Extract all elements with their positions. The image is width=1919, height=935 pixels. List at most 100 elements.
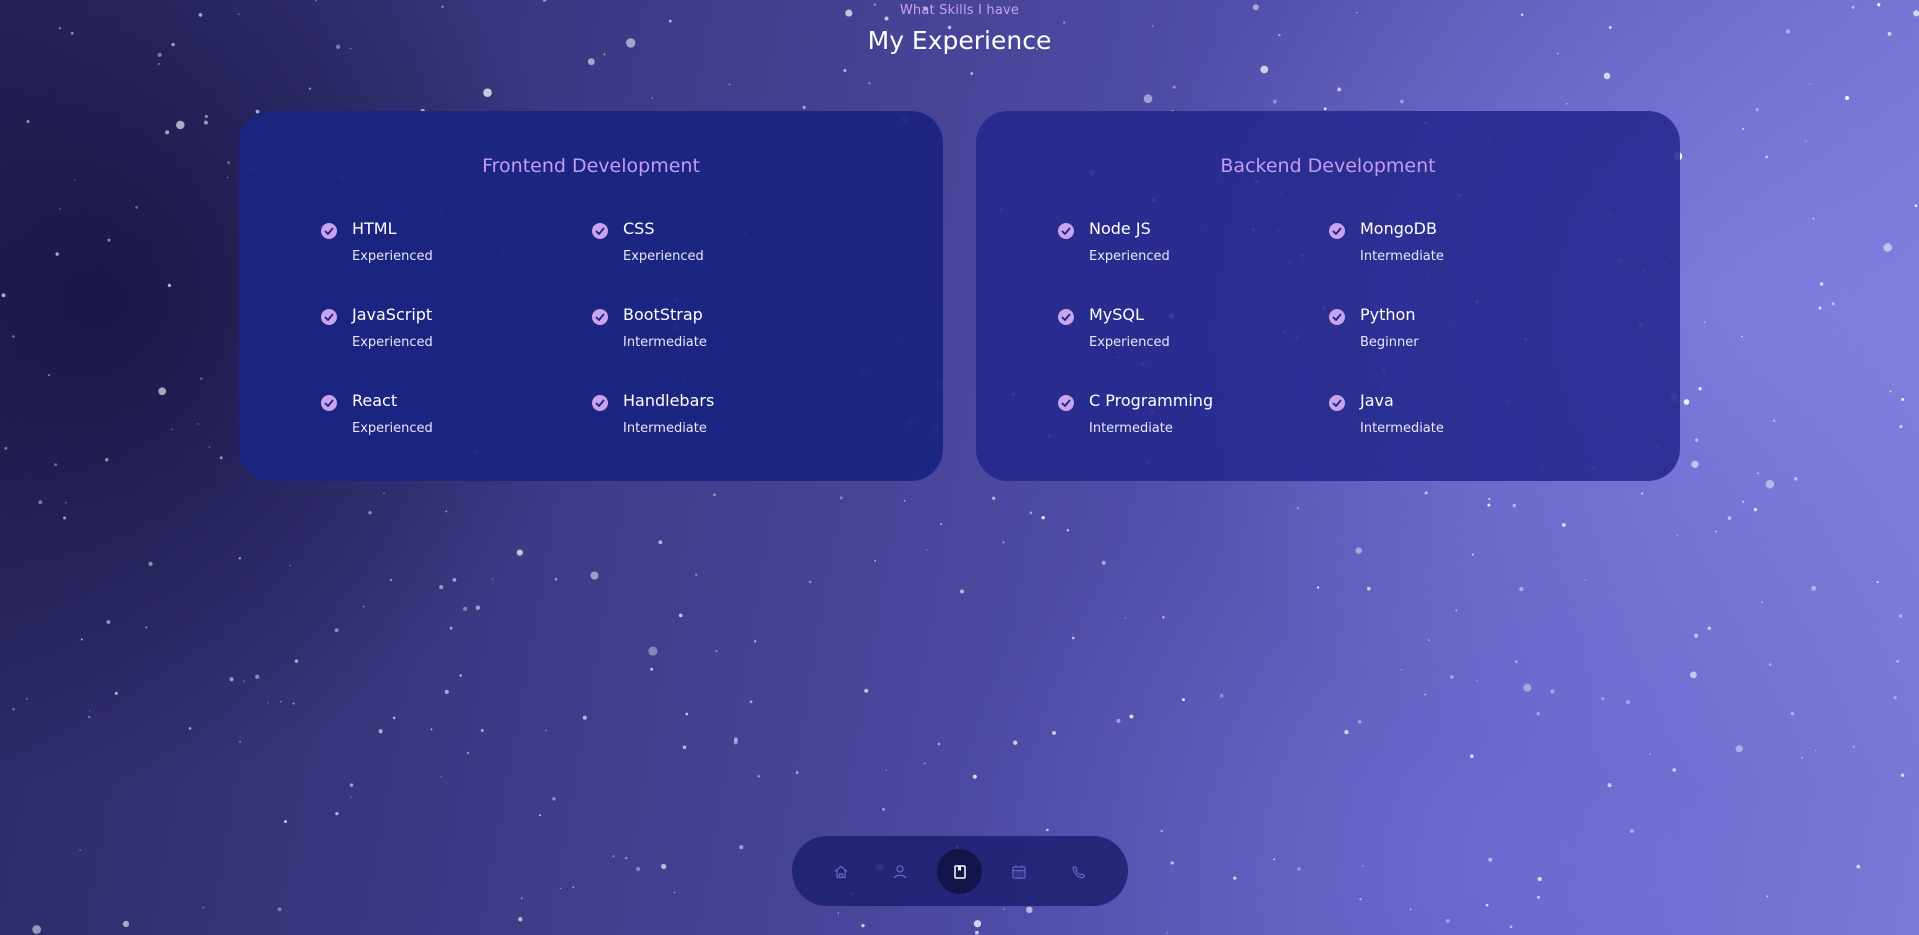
star: [1428, 639, 1430, 641]
star: [362, 605, 365, 608]
star: [1714, 530, 1717, 533]
star: [122, 920, 130, 928]
star: [1772, 419, 1776, 423]
star: [204, 114, 208, 119]
star: [734, 737, 738, 742]
star: [430, 728, 433, 731]
star: [48, 374, 50, 376]
nav-experience-button[interactable]: [937, 849, 982, 894]
nav-services-button[interactable]: [996, 849, 1041, 894]
skill-name: BootStrap: [623, 305, 703, 324]
star: [1852, 745, 1855, 748]
star: [1811, 585, 1817, 591]
star: [1755, 107, 1759, 112]
star: [795, 771, 799, 774]
star: [959, 589, 965, 594]
nav-about-button[interactable]: [877, 849, 922, 894]
star: [1742, 127, 1745, 131]
star: [695, 573, 698, 576]
star: [226, 176, 229, 179]
star: [661, 863, 667, 870]
star: [808, 580, 812, 584]
star: [12, 707, 15, 711]
star: [445, 510, 448, 513]
star: [444, 689, 449, 694]
star: [158, 387, 167, 396]
skill-item: MySQL Experienced: [1058, 305, 1318, 361]
star: [463, 606, 468, 612]
star: [728, 83, 731, 86]
check-badge-icon: [1329, 395, 1345, 411]
star: [148, 561, 153, 566]
star: [1550, 689, 1555, 694]
star: [1876, 581, 1879, 584]
star: [368, 511, 372, 515]
skill-level: Intermediate: [1360, 249, 1444, 264]
nav-contact-button[interactable]: [1056, 849, 1101, 894]
star: [925, 549, 928, 551]
star: [1051, 730, 1057, 736]
star: [678, 613, 683, 618]
star: [1765, 479, 1775, 489]
star: [255, 674, 260, 680]
star: [145, 626, 148, 629]
star: [972, 774, 977, 779]
star: [12, 335, 15, 338]
star: [188, 727, 192, 730]
star: [992, 496, 996, 500]
star: [590, 571, 599, 580]
star: [1566, 103, 1568, 105]
star: [203, 120, 208, 125]
star: [1756, 472, 1759, 475]
star: [294, 659, 299, 663]
star: [80, 638, 83, 641]
star: [924, 762, 926, 765]
frontend-card: Frontend Development HTML Experienced CS…: [239, 111, 943, 481]
star: [315, 0, 317, 2]
star: [1273, 858, 1276, 861]
star: [1818, 306, 1822, 310]
star: [1129, 714, 1134, 719]
star: [1900, 773, 1905, 777]
star: [1358, 720, 1362, 724]
star: [167, 283, 172, 288]
star: [1101, 560, 1106, 565]
star: [739, 845, 744, 850]
star: [114, 691, 118, 695]
star: [32, 925, 42, 934]
star: [1026, 906, 1033, 914]
star: [682, 745, 687, 750]
star: [1046, 828, 1049, 832]
star: [1476, 680, 1478, 682]
star: [1768, 663, 1772, 667]
star: [1455, 609, 1458, 612]
star: [135, 205, 139, 209]
star: [975, 930, 979, 935]
star: [1469, 754, 1474, 759]
section-title: My Experience: [867, 26, 1052, 55]
star: [104, 458, 109, 462]
star: [1424, 491, 1428, 495]
check-badge-icon: [321, 223, 337, 239]
skill-level: Experienced: [352, 421, 433, 436]
star: [1400, 99, 1404, 104]
nav-home-button[interactable]: [818, 849, 863, 894]
star: [227, 161, 231, 164]
star: [107, 238, 111, 242]
star: [392, 716, 396, 720]
star: [1809, 82, 1811, 85]
star: [1537, 876, 1542, 882]
star: [1424, 693, 1427, 696]
star: [1029, 511, 1033, 515]
star: [545, 729, 547, 732]
star: [516, 549, 523, 556]
star: [651, 97, 654, 99]
star: [1297, 507, 1299, 510]
star: [1400, 669, 1403, 671]
star: [754, 640, 757, 643]
star: [1765, 155, 1769, 159]
star: [1366, 586, 1371, 591]
skill-item: BootStrap Intermediate: [592, 305, 852, 361]
check-badge-icon: [592, 309, 608, 325]
star: [1831, 302, 1835, 306]
